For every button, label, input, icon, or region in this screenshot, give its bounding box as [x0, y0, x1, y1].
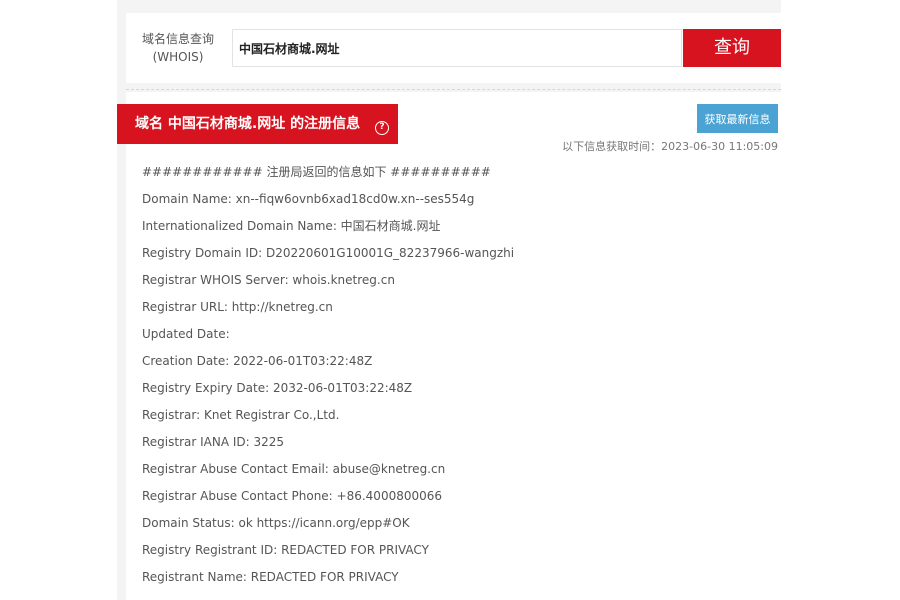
whois-line: Registrar IANA ID: 3225	[142, 435, 285, 449]
result-title: 域名 中国石材商城.网址 的注册信息	[135, 116, 361, 132]
whois-line: Domain Name: xn--fiqw6ovnb6xad18cd0w.xn-…	[142, 192, 475, 206]
whois-line: Registry Registrant ID: REDACTED FOR PRI…	[142, 543, 429, 557]
fetch-time: 以下信息获取时间：2023-06-30 11:05:09	[562, 140, 778, 153]
help-icon[interactable]: ?	[374, 121, 389, 135]
result-title-banner: 域名 中国石材商城.网址 的注册信息 ?	[117, 104, 398, 144]
whois-line: Registry Domain ID: D20220601G10001G_822…	[142, 246, 515, 260]
whois-line: Registrar WHOIS Server: whois.knetreg.cn	[142, 273, 395, 287]
whois-line: Domain Status: ok https://icann.org/epp#…	[142, 516, 410, 530]
whois-line: Registry Expiry Date: 2032-06-01T03:22:4…	[142, 381, 413, 395]
whois-line: Creation Date: 2022-06-01T03:22:48Z	[142, 354, 373, 368]
whois-search-panel: 域名信息查询 (WHOIS) 查询	[126, 13, 781, 83]
search-label: 域名信息查询 (WHOIS)	[126, 30, 230, 66]
whois-line: Registrar Abuse Contact Email: abuse@kne…	[142, 462, 446, 476]
refresh-info-button[interactable]: 获取最新信息	[697, 104, 778, 133]
whois-line: Internationalized Domain Name: 中国石材商城.网址	[142, 219, 441, 233]
whois-line: Registrar URL: http://knetreg.cn	[142, 300, 333, 314]
whois-line: Registrant Name: REDACTED FOR PRIVACY	[142, 570, 399, 584]
whois-line: Registrar Abuse Contact Phone: +86.40008…	[142, 489, 443, 503]
whois-line: Updated Date:	[142, 327, 230, 341]
query-button[interactable]: 查询	[683, 29, 781, 67]
whois-record-list: ############ 注册局返回的信息如下 ########## Domain…	[142, 162, 762, 594]
search-label-title: 域名信息查询	[141, 32, 214, 46]
page: 域名信息查询 (WHOIS) 查询 域名 中国石材商城.网址 的注册信息 ? 获…	[0, 0, 900, 600]
whois-line: ############ 注册局返回的信息如下 ##########	[142, 165, 491, 179]
section-divider	[126, 89, 781, 90]
whois-line: Registrar: Knet Registrar Co.,Ltd.	[142, 408, 340, 422]
search-label-subtitle: (WHOIS)	[152, 50, 204, 64]
domain-search-input[interactable]	[232, 29, 682, 67]
